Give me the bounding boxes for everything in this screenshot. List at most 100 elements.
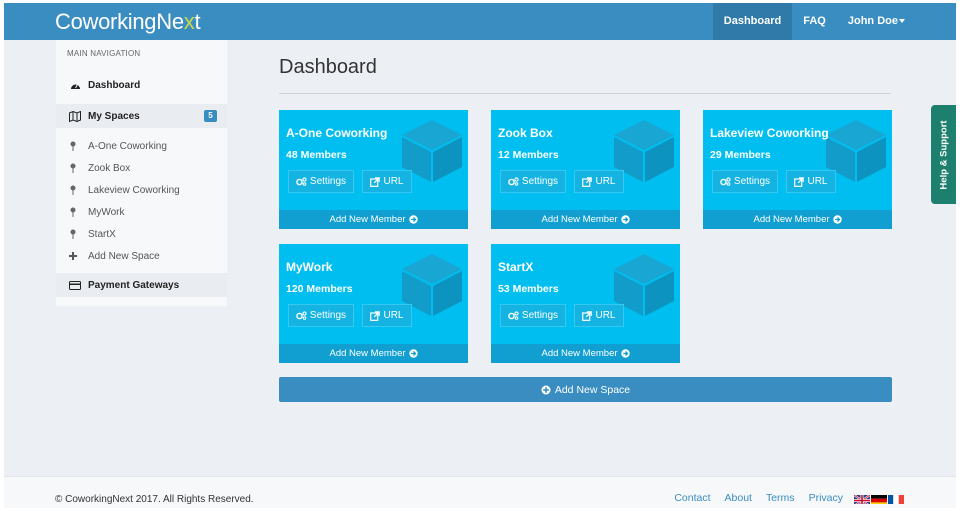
add-new-space-label: Add New Space (554, 383, 631, 396)
space-card: MyWork 120 Members Settings URL Add New Memb… (279, 244, 468, 363)
footer-link-about[interactable]: About (725, 492, 752, 504)
nav-dashboard[interactable]: Dashboard (712, 3, 793, 40)
sidebar-space-label: StartX (88, 228, 116, 240)
sidebar-space-startx[interactable]: StartX (56, 224, 227, 244)
sidebar-space-lakeview-coworking[interactable]: Lakeview Coworking (56, 180, 227, 200)
settings-label: Settings (733, 176, 771, 187)
footer-links: Contact About Terms Privacy (660, 492, 904, 504)
plus-circle-icon (541, 385, 551, 395)
settings-label: Settings (309, 176, 347, 187)
pin-icon (68, 141, 78, 151)
external-link-icon (370, 176, 381, 187)
add-new-member-label: Add New Member (541, 348, 618, 359)
space-card: Zook Box 12 Members Settings URL Add New Mem… (491, 110, 680, 229)
user-name: John Doe (847, 15, 898, 27)
pin-icon (68, 207, 78, 217)
dashboard-icon (68, 79, 82, 91)
page-title: Dashboard (279, 56, 377, 78)
copyright-text: © CoworkingNext 2017. All Rights Reserve… (55, 494, 254, 505)
url-label: URL (595, 310, 616, 321)
brand-text-end: t (194, 9, 201, 34)
settings-button[interactable]: Settings (288, 170, 354, 193)
sidebar-item-dashboard[interactable]: Dashboard (56, 73, 227, 97)
germany-flag-icon[interactable] (871, 493, 887, 504)
url-label: URL (383, 310, 404, 321)
add-new-member-label: Add New Member (329, 214, 406, 225)
url-button[interactable]: URL (574, 304, 624, 327)
member-count: 120 Members (286, 283, 353, 295)
title-divider (279, 93, 891, 94)
sidebar-space-zook-box[interactable]: Zook Box (56, 158, 227, 178)
page-footer: © CoworkingNext 2017. All Rights Reserve… (4, 476, 956, 508)
arrow-circle-right-icon (408, 215, 418, 224)
brand-logo[interactable]: CoworkingNext (55, 9, 201, 35)
gears-icon (508, 177, 519, 186)
sidebar: MAIN NAVIGATION Dashboard My Spaces 5 A-… (56, 40, 227, 306)
arrow-circle-right-icon (620, 349, 630, 358)
external-link-icon (582, 176, 593, 187)
spaces-count-badge: 5 (204, 110, 217, 122)
settings-label: Settings (521, 310, 559, 321)
add-new-member-button[interactable]: Add New Member (279, 344, 468, 363)
user-menu[interactable]: John Doe (837, 3, 916, 40)
sidebar-space-label: MyWork (88, 206, 125, 218)
nav-faq[interactable]: FAQ (792, 3, 837, 40)
url-button[interactable]: URL (362, 170, 412, 193)
arrow-circle-right-icon (832, 215, 842, 224)
url-button[interactable]: URL (786, 170, 836, 193)
settings-button[interactable]: Settings (288, 304, 354, 327)
footer-link-contact[interactable]: Contact (674, 492, 710, 504)
space-card: StartX 53 Members Settings URL Add New Membe… (491, 244, 680, 363)
footer-link-terms[interactable]: Terms (766, 492, 795, 504)
sidebar-add-new-space[interactable]: Add New Space (56, 246, 227, 266)
add-new-space-button[interactable]: Add New Space (279, 377, 892, 402)
member-count: 29 Members (710, 149, 771, 161)
brand-text: CoworkingNe (55, 9, 184, 34)
space-name[interactable]: A-One Coworking (286, 126, 387, 140)
member-count: 53 Members (498, 283, 559, 295)
url-label: URL (807, 176, 828, 187)
sidebar-item-label: Payment Gateways (88, 279, 180, 291)
space-name[interactable]: MyWork (286, 260, 332, 274)
uk-flag-icon[interactable] (854, 493, 870, 504)
gears-icon (720, 177, 731, 186)
url-label: URL (383, 176, 404, 187)
member-count: 48 Members (286, 149, 347, 161)
space-name[interactable]: StartX (498, 260, 533, 274)
url-button[interactable]: URL (362, 304, 412, 327)
space-name[interactable]: Lakeview Coworking (710, 126, 829, 140)
space-card: Lakeview Coworking 29 Members Settings URL A… (703, 110, 892, 229)
sidebar-heading: MAIN NAVIGATION (67, 49, 141, 58)
add-new-member-button[interactable]: Add New Member (279, 210, 468, 229)
space-card: A-One Coworking 48 Members Settings URL Add … (279, 110, 468, 229)
sidebar-item-my-spaces[interactable]: My Spaces 5 (56, 104, 227, 128)
settings-button[interactable]: Settings (500, 170, 566, 193)
add-new-member-button[interactable]: Add New Member (491, 344, 680, 363)
gears-icon (296, 311, 307, 320)
url-button[interactable]: URL (574, 170, 624, 193)
sidebar-space-mywork[interactable]: MyWork (56, 202, 227, 222)
credit-card-icon (68, 279, 82, 291)
add-new-member-button[interactable]: Add New Member (491, 210, 680, 229)
settings-button[interactable]: Settings (712, 170, 778, 193)
gears-icon (508, 311, 519, 320)
help-support-tab[interactable]: Help & Support (931, 105, 956, 204)
france-flag-icon[interactable] (888, 493, 904, 504)
map-icon (68, 110, 82, 122)
caret-down-icon (899, 19, 905, 24)
plus-icon (68, 251, 78, 261)
settings-label: Settings (309, 310, 347, 321)
add-new-member-button[interactable]: Add New Member (703, 210, 892, 229)
footer-link-privacy[interactable]: Privacy (809, 492, 843, 504)
help-support-label: Help & Support (938, 119, 949, 190)
add-new-member-label: Add New Member (753, 214, 830, 225)
settings-button[interactable]: Settings (500, 304, 566, 327)
sidebar-item-payment-gateways[interactable]: Payment Gateways (56, 273, 227, 297)
add-new-member-label: Add New Member (541, 214, 618, 225)
arrow-circle-right-icon (620, 215, 630, 224)
sidebar-space-a-one-coworking[interactable]: A-One Coworking (56, 136, 227, 156)
sidebar-space-label: Zook Box (88, 162, 131, 174)
top-navbar: CoworkingNext Dashboard FAQ John Doe (4, 3, 956, 40)
gears-icon (296, 177, 307, 186)
space-name[interactable]: Zook Box (498, 126, 553, 140)
